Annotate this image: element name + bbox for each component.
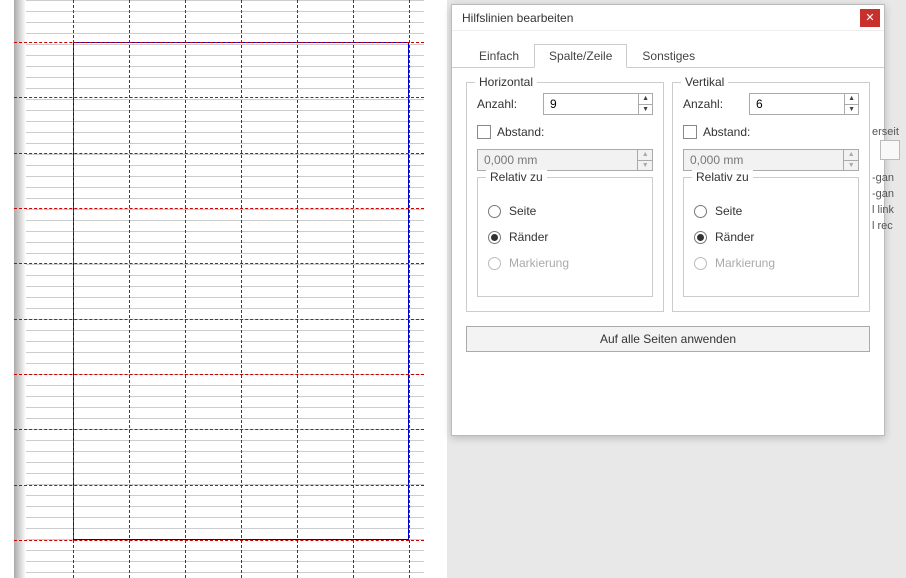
legend-horizontal-relative: Relativ zu bbox=[486, 170, 547, 184]
radio-horizontal-margins[interactable] bbox=[488, 231, 501, 244]
legend-vertical-relative: Relativ zu bbox=[692, 170, 753, 184]
background-row-line bbox=[26, 572, 424, 573]
fieldset-vertical: Vertikal Anzahl: ▲ ▼ Abstand: ▲ bbox=[672, 82, 870, 312]
vertical-spacing-spinner: ▲ ▼ bbox=[683, 149, 859, 171]
radio-label-vertical-selection: Markierung bbox=[715, 256, 775, 270]
guide-horizontal bbox=[14, 208, 424, 209]
legend-vertical: Vertikal bbox=[681, 75, 728, 89]
horizontal-count-spinner[interactable]: ▲ ▼ bbox=[543, 93, 653, 115]
guide-horizontal bbox=[14, 97, 424, 98]
label-vertical-count: Anzahl: bbox=[683, 97, 743, 111]
edit-guides-dialog: Hilfslinien bearbeiten ✕ Einfach Spalte/… bbox=[451, 4, 885, 436]
fieldset-horizontal-relative: Relativ zu Seite Ränder Markierung bbox=[477, 177, 653, 297]
background-row-line bbox=[26, 550, 424, 551]
guide-vertical bbox=[185, 0, 186, 578]
dialog-titlebar[interactable]: Hilfslinien bearbeiten ✕ bbox=[452, 5, 884, 31]
close-button[interactable]: ✕ bbox=[860, 9, 880, 27]
vertical-spacing-checkbox[interactable] bbox=[683, 125, 697, 139]
radio-vertical-margins[interactable] bbox=[694, 231, 707, 244]
guide-horizontal bbox=[14, 42, 424, 43]
legend-horizontal: Horizontal bbox=[475, 75, 537, 89]
side-text-4: l link bbox=[872, 202, 894, 219]
side-text-3: -gan bbox=[872, 186, 894, 203]
horizontal-count-input[interactable] bbox=[544, 94, 638, 114]
guide-vertical bbox=[353, 0, 354, 578]
guide-horizontal bbox=[14, 153, 424, 154]
guide-vertical bbox=[409, 0, 410, 578]
horizontal-count-down[interactable]: ▼ bbox=[639, 105, 652, 115]
tab-other[interactable]: Sonstiges bbox=[627, 44, 710, 68]
close-icon: ✕ bbox=[865, 11, 874, 24]
apply-all-pages-button[interactable]: Auf alle Seiten anwenden bbox=[466, 326, 870, 352]
guide-horizontal bbox=[14, 374, 424, 375]
vertical-spacing-down: ▼ bbox=[844, 161, 858, 171]
background-row-line bbox=[26, 0, 424, 1]
horizontal-spacing-down: ▼ bbox=[638, 161, 652, 171]
page-shadow bbox=[14, 0, 26, 578]
guide-horizontal bbox=[14, 263, 424, 264]
fieldset-horizontal: Horizontal Anzahl: ▲ ▼ Abstand: ▲ bbox=[466, 82, 664, 312]
background-row-line bbox=[26, 561, 424, 562]
vertical-spacing-input bbox=[684, 150, 843, 170]
guide-vertical bbox=[297, 0, 298, 578]
radio-label-vertical-page: Seite bbox=[715, 204, 742, 218]
background-row-line bbox=[26, 11, 424, 12]
tab-column-row[interactable]: Spalte/Zeile bbox=[534, 44, 627, 68]
horizontal-spacing-input bbox=[478, 150, 637, 170]
horizontal-count-up[interactable]: ▲ bbox=[639, 94, 652, 105]
vertical-count-spinner[interactable]: ▲ ▼ bbox=[749, 93, 859, 115]
radio-label-horizontal-selection: Markierung bbox=[509, 256, 569, 270]
side-text-1: erseit bbox=[872, 124, 899, 141]
background-row-line bbox=[26, 22, 424, 23]
horizontal-spacing-checkbox[interactable] bbox=[477, 125, 491, 139]
guide-vertical bbox=[73, 0, 74, 578]
page-preview bbox=[0, 0, 447, 578]
guide-horizontal bbox=[14, 429, 424, 430]
side-text-5: l rec bbox=[872, 218, 893, 235]
guide-horizontal bbox=[14, 319, 424, 320]
radio-horizontal-selection bbox=[488, 257, 501, 270]
radio-label-vertical-margins: Ränder bbox=[715, 230, 754, 244]
tab-bar: Einfach Spalte/Zeile Sonstiges bbox=[452, 31, 884, 68]
label-vertical-spacing: Abstand: bbox=[703, 125, 750, 139]
horizontal-spacing-up: ▲ bbox=[638, 150, 652, 161]
radio-label-horizontal-page: Seite bbox=[509, 204, 536, 218]
horizontal-spacing-spinner: ▲ ▼ bbox=[477, 149, 653, 171]
tab-simple[interactable]: Einfach bbox=[464, 44, 534, 68]
background-row-line bbox=[26, 33, 424, 34]
side-text-2: -gan bbox=[872, 170, 894, 187]
vertical-count-down[interactable]: ▼ bbox=[845, 105, 858, 115]
guide-vertical bbox=[241, 0, 242, 578]
label-horizontal-spacing: Abstand: bbox=[497, 125, 544, 139]
vertical-count-up[interactable]: ▲ bbox=[845, 94, 858, 105]
vertical-spacing-up: ▲ bbox=[844, 150, 858, 161]
dialog-title: Hilfslinien bearbeiten bbox=[462, 11, 860, 25]
guide-vertical bbox=[129, 0, 130, 578]
page-inner bbox=[14, 0, 424, 578]
label-horizontal-count: Anzahl: bbox=[477, 97, 537, 111]
radio-vertical-selection bbox=[694, 257, 707, 270]
fieldset-vertical-relative: Relativ zu Seite Ränder Markierung bbox=[683, 177, 859, 297]
radio-horizontal-page[interactable] bbox=[488, 205, 501, 218]
guide-horizontal bbox=[14, 485, 424, 486]
vertical-count-input[interactable] bbox=[750, 94, 844, 114]
radio-label-horizontal-margins: Ränder bbox=[509, 230, 548, 244]
radio-vertical-page[interactable] bbox=[694, 205, 707, 218]
guide-horizontal bbox=[14, 540, 424, 541]
side-panel-button[interactable] bbox=[880, 140, 900, 160]
